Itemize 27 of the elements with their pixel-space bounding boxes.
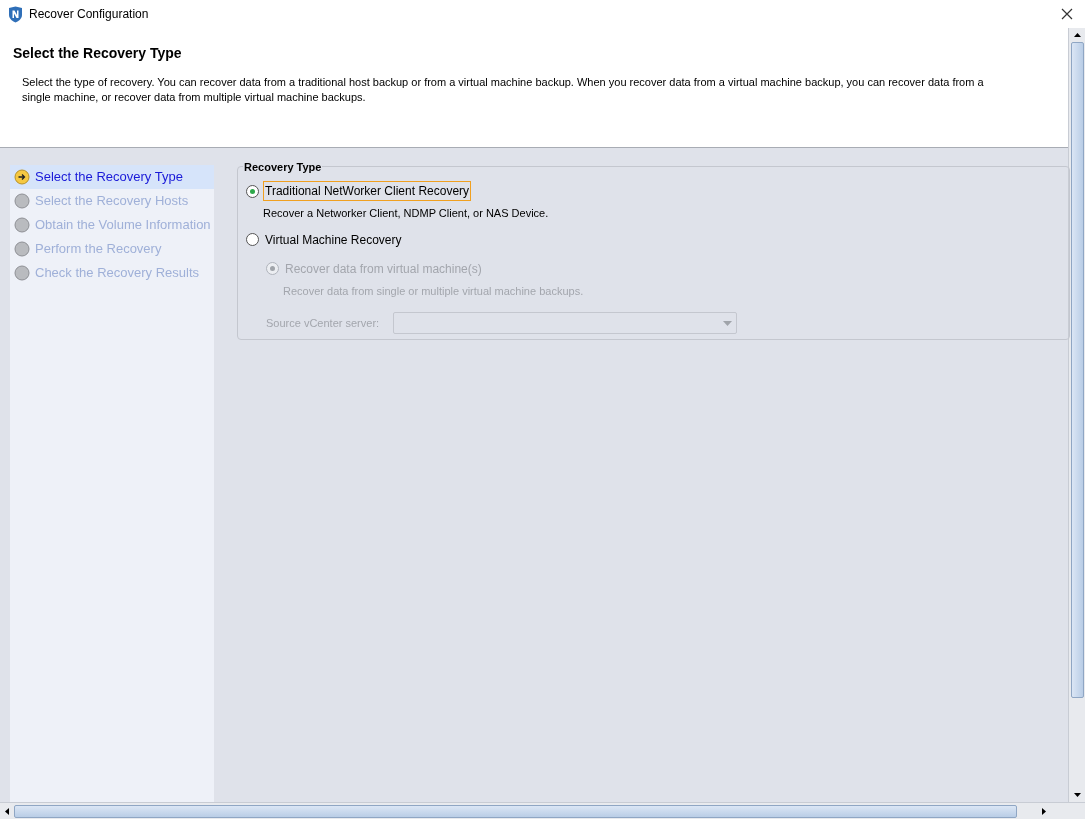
page-heading: Select the Recovery Type [13,44,183,63]
current-step-icon [14,169,30,185]
dropdown-caret-icon [723,320,733,326]
pending-step-icon [14,265,30,281]
pending-step-icon [14,193,30,209]
step-item[interactable]: Check the Recovery Results [10,261,214,285]
radio-button[interactable] [246,233,259,246]
pending-step-icon [14,217,30,233]
step-item[interactable]: Select the Recovery Type [10,165,214,189]
vertical-scrollbar[interactable] [1068,28,1085,802]
pending-step-icon [14,241,30,257]
scrollbar-thumb[interactable] [14,804,1017,818]
step-item[interactable]: Select the Recovery Hosts [10,189,214,213]
shield-logo-icon [8,5,23,23]
close-icon[interactable] [1061,8,1073,20]
step-item[interactable]: Perform the Recovery [10,237,214,261]
scrollbar-thumb[interactable] [1070,42,1084,698]
horizontal-scrollbar[interactable] [0,802,1085,819]
field-label: Source vCenter server: [266,315,380,331]
radio-label[interactable]: Virtual Machine Recovery [263,229,404,250]
radio-button[interactable] [246,184,259,198]
radio-label[interactable]: Traditional NetWorker Client Recovery [263,181,472,201]
page-description: Select the type of recovery. You can recover data from a traditional host backup or from a virtual machine backup. When you recover data from a virtual machine backup, you can recover data from a single machine, or recover data from multiple virtual machine backups. [22,75,985,105]
option-description: Recover a Networker Client, NDMP Client, or NAS Device. [263,206,550,221]
option-description: Recover data from single or multiple virtual machine backups. [283,283,585,299]
step-item[interactable]: Obtain the Volume Information [10,213,214,237]
window-title: Recover Configuration [29,6,149,23]
